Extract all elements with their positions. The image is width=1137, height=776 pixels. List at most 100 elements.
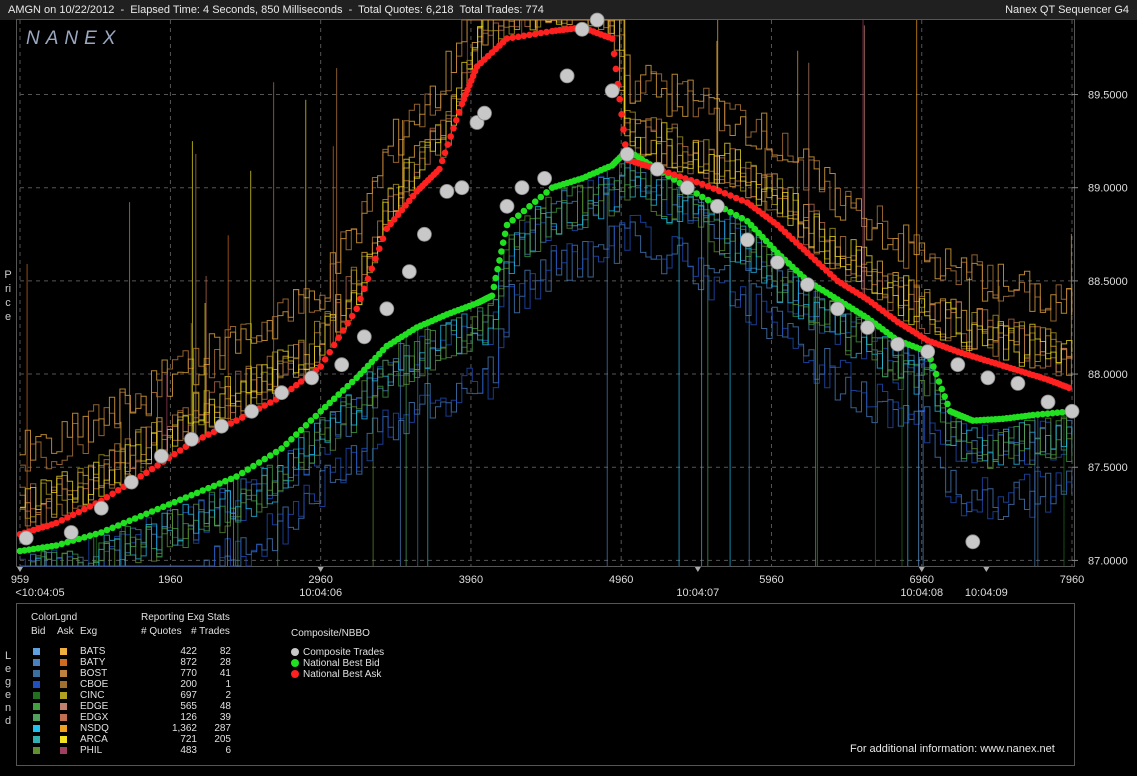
bid-swatch bbox=[33, 736, 40, 743]
series-point bbox=[693, 178, 700, 186]
series-point bbox=[676, 173, 684, 180]
composite-title: Composite/NBBO bbox=[291, 628, 370, 639]
stats-title: Reporting Exg Stats bbox=[141, 612, 230, 623]
exg-name: NSDQ bbox=[80, 723, 109, 734]
quote-count: 721 bbox=[180, 734, 197, 745]
composite-legend-item: National Best Ask bbox=[291, 669, 381, 680]
series-point bbox=[52, 542, 60, 549]
series-point bbox=[488, 292, 496, 300]
time-marker bbox=[317, 567, 324, 572]
trade-point bbox=[1040, 394, 1056, 410]
trade-point bbox=[830, 301, 845, 317]
quote-count: 697 bbox=[180, 690, 197, 701]
legend-dot-icon bbox=[291, 670, 299, 679]
trade-point bbox=[950, 357, 966, 373]
series-point bbox=[620, 126, 627, 133]
series-point bbox=[496, 257, 503, 264]
series-point bbox=[509, 217, 516, 224]
series-point bbox=[447, 133, 455, 140]
series-point bbox=[353, 305, 361, 313]
time-label: 10:04:06 bbox=[299, 587, 342, 599]
series-point bbox=[199, 434, 206, 441]
time-marker bbox=[17, 567, 23, 572]
series-point bbox=[503, 35, 511, 42]
series-point bbox=[699, 180, 706, 188]
trade-point bbox=[334, 357, 350, 373]
trade-point bbox=[477, 105, 492, 121]
series-point bbox=[543, 189, 550, 196]
series-point bbox=[376, 245, 383, 252]
series-point bbox=[233, 417, 240, 424]
series-point bbox=[261, 402, 269, 409]
trade-point bbox=[740, 232, 755, 248]
col-quotes: # Quotes bbox=[141, 626, 182, 637]
series-point bbox=[490, 283, 498, 291]
series-point bbox=[608, 35, 616, 42]
trade-point bbox=[920, 344, 936, 360]
series-point bbox=[154, 505, 161, 513]
series-point bbox=[616, 95, 623, 103]
ask-swatch bbox=[60, 714, 67, 721]
legend-vertical-label: Legend bbox=[4, 650, 12, 727]
exg-name: CINC bbox=[80, 690, 105, 701]
ask-swatch bbox=[60, 692, 67, 699]
x-tick-label: 1960 bbox=[158, 574, 182, 586]
trade-count: 6 bbox=[225, 745, 231, 756]
ask-swatch bbox=[60, 747, 67, 754]
series-point bbox=[244, 466, 252, 473]
trade-count: 48 bbox=[219, 701, 231, 712]
trade-point bbox=[439, 183, 455, 199]
series-point bbox=[86, 532, 94, 539]
series-point bbox=[335, 334, 343, 342]
trade-count: 1 bbox=[225, 679, 231, 690]
brand-logo: NANEX bbox=[26, 28, 121, 49]
x-tick-label: 959 bbox=[11, 574, 29, 586]
series-point bbox=[283, 440, 290, 448]
ask-swatch bbox=[60, 659, 67, 666]
series-point bbox=[520, 32, 528, 40]
legend-dot-icon bbox=[291, 659, 299, 668]
x-tick-label: 4960 bbox=[609, 574, 633, 586]
legend-panel: ColorLgnd Reporting Exg Stats Bid Ask Ex… bbox=[16, 603, 1075, 766]
trade-count: 28 bbox=[219, 657, 231, 668]
series-point bbox=[531, 198, 539, 205]
trade-point bbox=[559, 68, 575, 84]
bid-swatch bbox=[33, 670, 40, 677]
exg-name: CBOE bbox=[80, 679, 109, 690]
col-exg: Exg bbox=[80, 626, 98, 637]
bid-swatch bbox=[33, 714, 40, 721]
series-point bbox=[526, 203, 533, 210]
time-marker bbox=[983, 567, 990, 572]
series-point bbox=[436, 165, 443, 173]
series-point bbox=[503, 221, 511, 229]
exchange-quote-lines bbox=[20, 19, 1073, 567]
series-point bbox=[348, 312, 356, 320]
exg-name: PHIL bbox=[80, 745, 103, 756]
series-point bbox=[302, 422, 310, 429]
series-point bbox=[69, 511, 77, 519]
x-tick-label: 2960 bbox=[308, 574, 332, 586]
series-point bbox=[938, 385, 946, 393]
series-point bbox=[699, 193, 706, 201]
series-point bbox=[92, 530, 99, 538]
series-point bbox=[372, 255, 379, 263]
trade-count: 41 bbox=[219, 668, 231, 679]
series-point bbox=[86, 503, 94, 510]
price-chart: 87.0000 87.5000 88.0000 88.5000 89.0000 89.50… bbox=[11, 12, 1128, 599]
trade-point bbox=[589, 12, 605, 28]
footer-info: For additional information: www.nanex.ne… bbox=[850, 743, 1055, 755]
series-point bbox=[444, 141, 452, 148]
bid-swatch bbox=[33, 747, 40, 754]
series-point bbox=[710, 185, 717, 192]
series-point bbox=[103, 526, 111, 534]
trade-point bbox=[93, 500, 109, 516]
series-point bbox=[205, 431, 212, 438]
trade-count: 39 bbox=[219, 712, 231, 723]
x-tick-label: 7960 bbox=[1060, 574, 1084, 586]
series-point bbox=[732, 211, 740, 219]
composite-label: National Best Bid bbox=[303, 658, 380, 669]
composite-label: National Best Ask bbox=[303, 669, 382, 680]
series-point bbox=[81, 534, 88, 541]
series-point bbox=[317, 363, 325, 370]
series-point bbox=[670, 171, 678, 178]
